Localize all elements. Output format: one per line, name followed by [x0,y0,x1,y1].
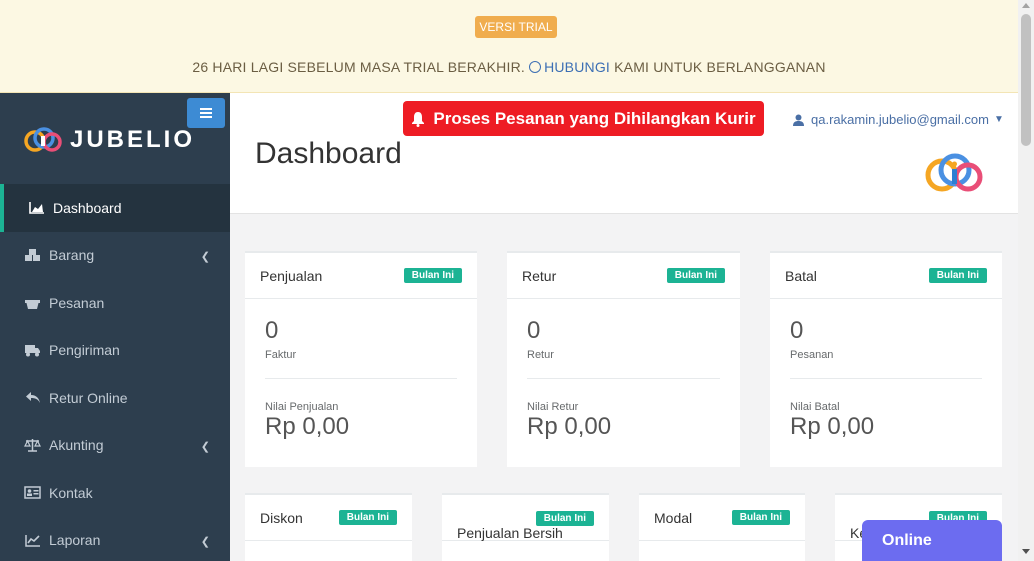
divider [265,378,457,379]
trial-message: 26 HARI LAGI SEBELUM MASA TRIAL BERAKHIR… [0,59,1018,75]
user-menu[interactable]: qa.rakamin.jubelio@gmail.com ▼ [793,112,1004,127]
sidebar-item-pesanan[interactable]: Pesanan [0,279,230,327]
logo-text: JUBELIO [70,126,196,153]
sidebar-item-label: Pesanan [49,294,105,311]
count-value: 0 [790,317,804,344]
reply-icon [24,391,41,405]
trial-message-prefix: 26 HARI LAGI SEBELUM MASA TRIAL BERAKHIR… [192,59,530,75]
card-title: Penjualan Bersih [457,525,563,541]
returns-card: Retur Bulan Ini 0 Retur Nilai Retur Rp 0… [507,251,740,467]
sidebar-item-label: Kontak [49,484,93,501]
sidebar-item-dashboard[interactable]: Dashboard [0,184,230,232]
scroll-thumb[interactable] [1021,14,1031,146]
chevron-left-icon: ❮ [200,535,210,548]
user-icon [793,114,804,126]
page-title: Dashboard [255,137,402,170]
value-label: Nilai Batal [790,401,840,413]
main-content: Proses Pesanan yang Dihilangkan Kurir qa… [230,93,1018,561]
chevron-left-icon: ❮ [200,250,210,263]
cubes-icon [24,248,41,262]
caret-down-icon: ▼ [993,114,1004,125]
amount-value: Rp 0,00 [265,413,350,440]
sidebar-item-retur-online[interactable]: Retur Online [0,374,230,422]
cancelled-card: Batal Bulan Ini 0 Pesanan Nilai Batal Rp… [770,251,1002,467]
sidebar-item-label: Pengiriman [49,342,120,359]
sidebar-item-label: Laporan [49,532,101,549]
line-chart-icon [24,533,41,547]
period-badge: Bulan Ini [338,510,397,525]
online-chat-button[interactable]: Online [862,520,1002,561]
divider [527,378,720,379]
scroll-up-icon[interactable] [1022,3,1030,8]
card-title: Penjualan [260,267,323,284]
count-label: Faktur [265,349,297,361]
sidebar-nav: Dashboard Barang ❮ Pesanan Pengiriman Re… [0,184,230,561]
address-card-icon [24,486,41,500]
trial-badge: VERSI TRIAL [475,16,557,38]
whatsapp-icon [529,61,542,73]
page-scrollbar[interactable] [1018,0,1034,561]
amount-value: Rp 0,00 [790,413,875,440]
net-sales-card: Penjualan Bersih Bulan Ini [442,493,609,561]
sidebar-item-kontak[interactable]: Kontak [0,469,230,517]
divider [790,378,982,379]
card-title: Retur [522,267,557,284]
trial-banner: VERSI TRIAL 26 HARI LAGI SEBELUM MASA TR… [0,0,1018,93]
scroll-down-icon[interactable] [1022,549,1030,554]
card-title: Batal [785,267,817,284]
chevron-left-icon: ❮ [200,440,210,453]
jubelio-logo[interactable]: JUBELIO [24,125,195,155]
sidebar-item-label: Akunting [49,437,104,454]
balance-scale-icon [24,438,41,452]
bell-icon [412,111,425,127]
sidebar: JUBELIO Dashboard Barang ❮ Pesanan Pengi… [0,93,230,561]
sidebar-item-label: Retur Online [49,389,128,406]
menu-toggle-button[interactable] [187,98,225,128]
sidebar-item-barang[interactable]: Barang ❮ [0,232,230,280]
period-badge: Bulan Ini [403,268,462,283]
contact-link-label: HUBUNGI [544,59,611,75]
jubelio-logo-icon [24,127,62,152]
truck-icon [24,343,41,357]
value-label: Nilai Retur [527,401,579,413]
basket-icon [24,296,41,310]
sidebar-item-label: Dashboard [53,199,122,216]
sidebar-item-laporan[interactable]: Laporan ❮ [0,517,230,561]
sidebar-item-pengiriman[interactable]: Pengiriman [0,327,230,375]
count-label: Pesanan [790,349,834,361]
area-chart-icon [28,201,45,215]
card-title: Diskon [260,509,303,526]
amount-value: Rp 0,00 [527,413,612,440]
alert-button-label: Proses Pesanan yang Dihilangkan Kurir [433,108,756,128]
count-value: 0 [265,317,279,344]
card-title: Modal [654,509,693,526]
contact-link[interactable]: HUBUNGI [529,59,610,75]
page-header: Proses Pesanan yang Dihilangkan Kurir qa… [230,93,1018,214]
period-badge: Bulan Ini [928,268,987,283]
jubelio-cloud-logo [925,153,983,192]
lost-orders-alert-button[interactable]: Proses Pesanan yang Dihilangkan Kurir [403,101,764,136]
period-badge: Bulan Ini [535,511,594,526]
period-badge: Bulan Ini [666,268,725,283]
count-value: 0 [527,317,541,344]
value-label: Nilai Penjualan [265,401,339,413]
trial-message-suffix: KAMI UNTUK BERLANGGANAN [610,59,826,75]
user-email: qa.rakamin.jubelio@gmail.com [811,112,989,127]
hamburger-icon [200,108,212,110]
sales-card: Penjualan Bulan Ini 0 Faktur Nilai Penju… [245,251,477,467]
period-badge: Bulan Ini [731,510,790,525]
discount-card: Diskon Bulan Ini [245,493,412,561]
sidebar-item-akunting[interactable]: Akunting ❮ [0,422,230,470]
capital-card: Modal Bulan Ini [639,493,805,561]
count-label: Retur [527,349,554,361]
sidebar-item-label: Barang [49,247,95,264]
